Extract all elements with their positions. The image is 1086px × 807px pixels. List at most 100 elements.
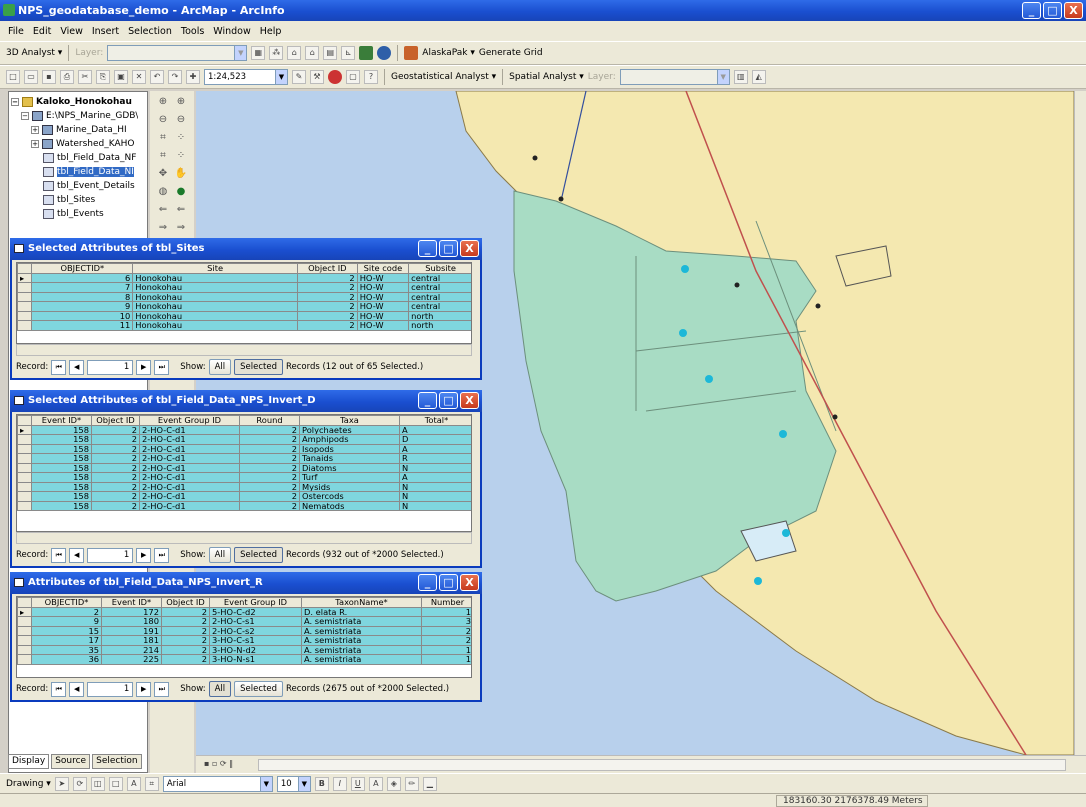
site-point[interactable] <box>779 430 787 438</box>
row-selector[interactable] <box>17 434 32 445</box>
table-cell[interactable]: D. elata R. <box>301 606 422 617</box>
table-cell[interactable]: 158 <box>31 424 92 435</box>
menu-insert[interactable]: Insert <box>92 26 119 37</box>
menu-help[interactable]: Help <box>260 26 282 37</box>
table-cell[interactable]: HO-W <box>356 291 410 302</box>
column-header[interactable]: Event Group ID <box>209 597 302 608</box>
table-cell[interactable]: 2 <box>296 291 358 302</box>
fixed-zoom-in-icon[interactable]: ⌗ <box>156 131 170 145</box>
arcglobe-icon[interactable] <box>377 46 392 60</box>
table-cell[interactable]: 2 <box>91 434 140 445</box>
geostatistical-analyst-menu[interactable]: Geostatistical Analyst ▾ <box>391 72 496 82</box>
new-document-icon[interactable]: □ <box>6 70 20 84</box>
alaskapak-menu[interactable]: AlaskaPak ▾ <box>422 48 475 58</box>
table-cell[interactable]: 181 <box>101 635 162 646</box>
column-header[interactable]: Event Group ID <box>139 415 240 426</box>
minimize-button[interactable]: _ <box>1022 2 1041 19</box>
table-cell[interactable]: 172 <box>101 606 162 617</box>
tab-source[interactable]: Source <box>51 754 91 769</box>
table-cell[interactable]: Honokohau <box>132 320 298 331</box>
column-header[interactable]: TaxonName* <box>301 597 422 608</box>
column-header[interactable]: Site <box>132 263 298 274</box>
table-row[interactable]: 158 2 2-HO-C-d1 2 Amphipods D <box>17 434 471 445</box>
site-point[interactable] <box>782 529 790 537</box>
table-cell[interactable]: 2 <box>161 616 210 627</box>
table-cell[interactable]: 2 <box>161 625 210 636</box>
zoom-in-icon[interactable]: ⊕ <box>174 95 188 109</box>
row-selector[interactable] <box>17 472 32 483</box>
table-cell[interactable]: 2 <box>91 462 140 473</box>
table-cell[interactable]: 2 <box>239 500 300 511</box>
bold-button[interactable]: B <box>314 776 329 791</box>
select-elements-icon[interactable]: ➤ <box>54 776 69 791</box>
table-cell[interactable]: 191 <box>101 625 162 636</box>
close-button[interactable]: X <box>460 240 479 257</box>
copy-icon[interactable]: ⎘ <box>96 70 110 84</box>
table-cell[interactable]: 225 <box>101 654 162 665</box>
row-selector[interactable] <box>17 282 33 293</box>
table-cell[interactable]: 10 <box>31 310 134 321</box>
table-cell[interactable]: 2 <box>421 635 471 646</box>
table-cell[interactable]: 158 <box>31 434 92 445</box>
row-selector[interactable] <box>17 635 32 646</box>
undo-icon[interactable]: ↶ <box>150 70 164 84</box>
show-all-button[interactable]: All <box>208 359 232 375</box>
toc-item-table[interactable]: tbl_Field_Data_NF <box>43 151 136 164</box>
attribute-table[interactable]: Event ID* Object ID Event Group ID Round… <box>16 414 472 532</box>
table-cell[interactable]: 8 <box>31 291 134 302</box>
table-cell[interactable]: 158 <box>31 491 92 502</box>
table-row[interactable]: 158 2 2-HO-C-d1 2 Diatoms N <box>17 462 471 473</box>
first-record-button[interactable]: ⏮ <box>51 681 67 697</box>
table-cell[interactable]: 2-HO-C-d1 <box>139 424 240 435</box>
zoom-in-icon[interactable]: ⊕ <box>156 95 170 109</box>
table-cell[interactable]: 7 <box>31 282 134 293</box>
table-cell[interactable]: Isopods <box>299 443 400 454</box>
table-cell[interactable]: 158 <box>31 472 92 483</box>
column-header[interactable]: Round <box>239 415 300 426</box>
table-cell[interactable]: 3-HO-N-s1 <box>209 654 302 665</box>
column-header[interactable]: Event ID* <box>31 415 92 426</box>
column-header[interactable]: OBJECTID* <box>31 263 134 274</box>
add-data-icon[interactable]: ✚ <box>186 70 200 84</box>
table-cell[interactable]: A. semistriata <box>301 616 422 627</box>
site-point[interactable] <box>705 375 713 383</box>
print-icon[interactable]: ⎙ <box>60 70 74 84</box>
menu-window[interactable]: Window <box>213 26 250 37</box>
table-cell[interactable]: 2 <box>239 472 300 483</box>
3d-tool-icon[interactable]: ⌂ <box>287 46 302 60</box>
next-record-button[interactable]: ▶ <box>136 547 152 563</box>
column-header[interactable]: Subsite <box>408 263 471 274</box>
table-cell[interactable]: A. semistriata <box>301 654 422 665</box>
table-cell[interactable]: 214 <box>101 644 162 655</box>
table-cell[interactable]: 3-HO-N-d2 <box>209 644 302 655</box>
forward-icon[interactable]: ⇒ <box>156 221 170 235</box>
table-row[interactable]: 36 225 2 3-HO-N-s1 A. semistriata 1 <box>17 654 471 665</box>
row-selector[interactable]: ▸ <box>17 424 32 435</box>
column-header[interactable]: Object ID <box>296 263 358 274</box>
rectangle-icon[interactable]: □ <box>108 776 123 791</box>
next-record-button[interactable]: ▶ <box>136 681 152 697</box>
table-cell[interactable]: 2 <box>296 301 358 312</box>
fixed-zoom-out-icon[interactable]: ⌗ <box>156 149 170 163</box>
table-cell[interactable]: 2 <box>239 443 300 454</box>
underline-button[interactable]: U <box>350 776 365 791</box>
spatial-layer-dropdown[interactable]: ▼ <box>619 69 730 85</box>
maximize-button[interactable]: □ <box>439 392 458 409</box>
row-selector[interactable] <box>17 644 32 655</box>
italic-button[interactable]: I <box>332 776 347 791</box>
table-cell[interactable]: 158 <box>31 462 92 473</box>
table-row[interactable]: 10 Honokohau 2 HO-W north <box>17 310 471 321</box>
table-cell[interactable]: A. semistriata <box>301 644 422 655</box>
table-cell[interactable]: 2 <box>239 434 300 445</box>
table-cell[interactable]: 15 <box>31 625 102 636</box>
column-header[interactable]: Total* <box>399 415 471 426</box>
table-cell[interactable]: 1 <box>421 644 471 655</box>
table-row[interactable]: 158 2 2-HO-C-d1 2 Tanaids R <box>17 453 471 464</box>
tab-selection[interactable]: Selection <box>92 754 142 769</box>
table-row[interactable]: 7 Honokohau 2 HO-W central <box>17 282 471 293</box>
table-row[interactable]: ▸ 158 2 2-HO-C-d1 2 Polychaetes A <box>17 424 471 435</box>
row-selector[interactable] <box>17 654 32 665</box>
first-record-button[interactable]: ⏮ <box>51 359 67 375</box>
table-cell[interactable]: R <box>399 453 471 464</box>
site-point[interactable] <box>679 329 687 337</box>
